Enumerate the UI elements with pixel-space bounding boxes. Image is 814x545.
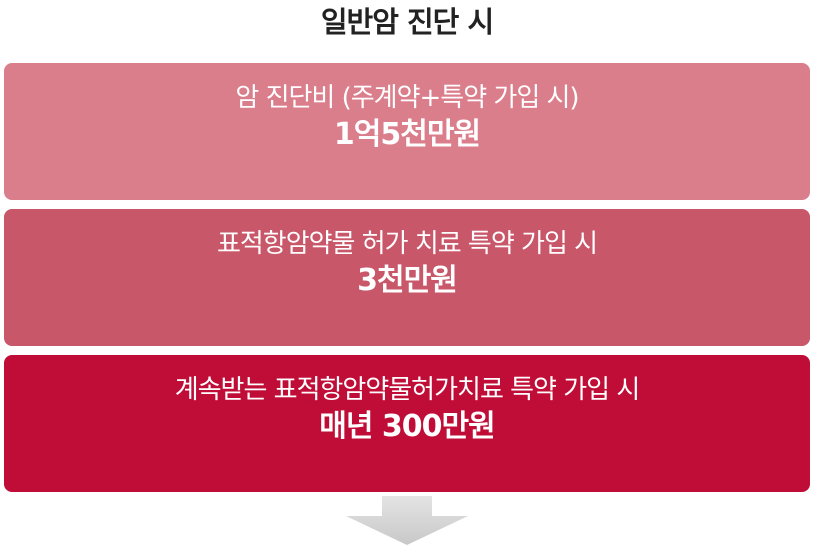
benefit-condition: 암 진단비 (주계약+특약 가입 시): [235, 83, 579, 113]
down-arrow-icon: [346, 496, 468, 545]
benefit-amount: 매년 300만원: [319, 409, 495, 444]
benefit-box-targeted-therapy: 표적항암약물 허가 치료 특약 가입 시 3천만원: [4, 209, 810, 346]
benefit-box-cancer-diagnosis: 암 진단비 (주계약+특약 가입 시) 1억5천만원: [4, 63, 810, 200]
benefit-amount: 1억5천만원: [333, 117, 481, 152]
benefit-box-continuous-targeted-therapy: 계속받는 표적항암약물허가치료 특약 가입 시 매년 300만원: [4, 355, 810, 492]
section-title: 일반암 진단 시: [320, 5, 494, 39]
benefit-amount: 3천만원: [357, 263, 458, 298]
benefit-condition: 계속받는 표적항암약물허가치료 특약 가입 시: [174, 375, 641, 405]
benefit-condition: 표적항암약물 허가 치료 특약 가입 시: [216, 229, 598, 259]
